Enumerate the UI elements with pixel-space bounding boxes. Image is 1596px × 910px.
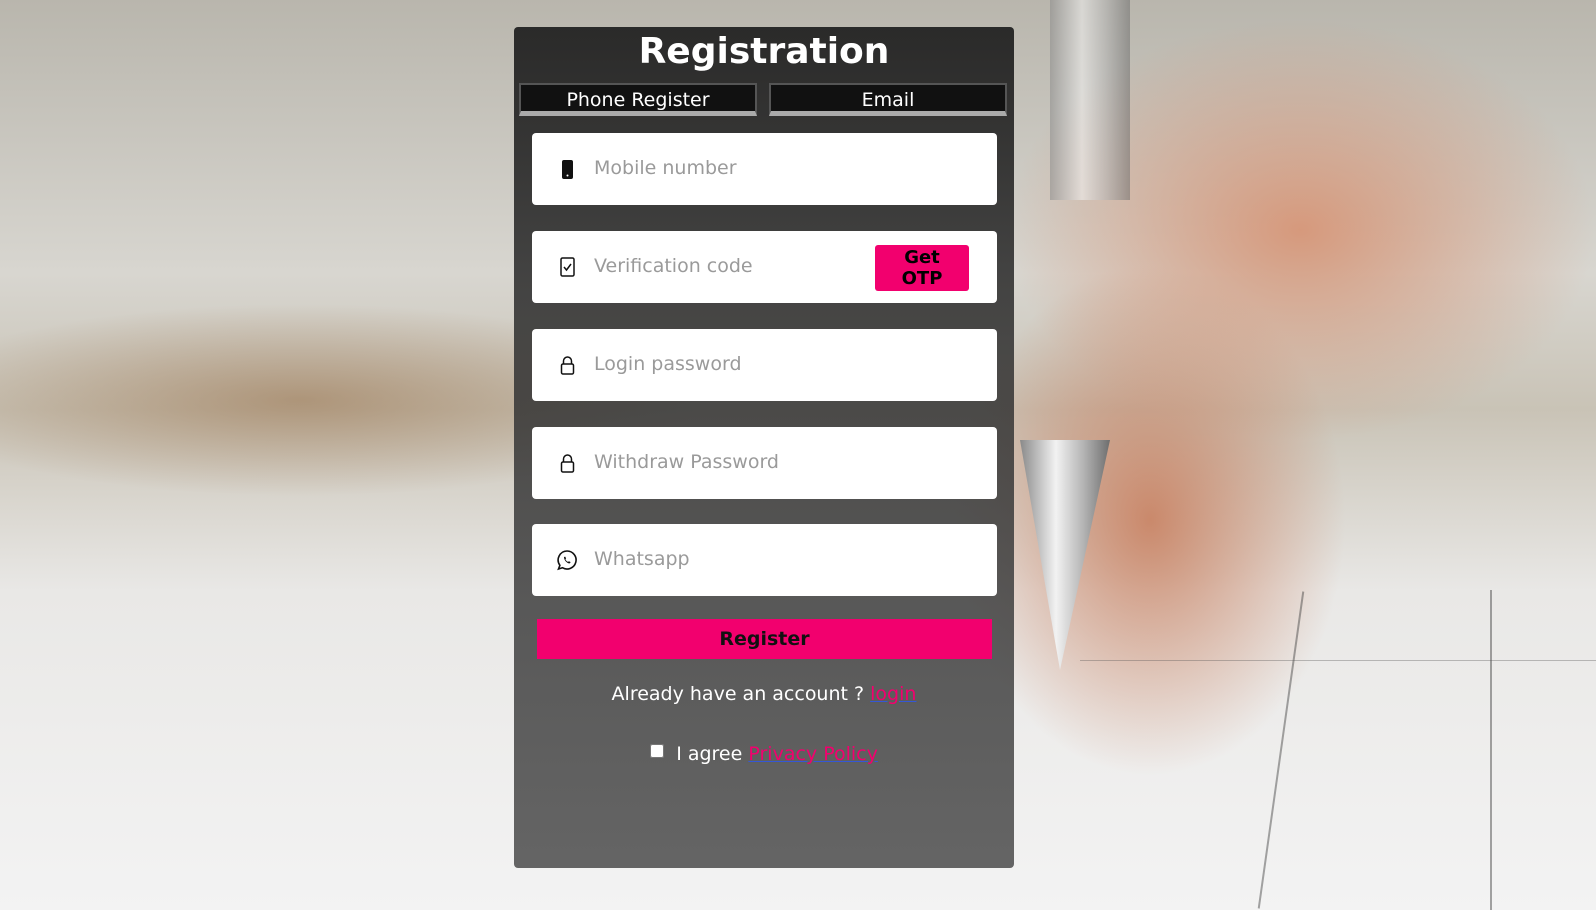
login-password-input[interactable]	[592, 345, 876, 383]
login-prompt: Already have an account ? login	[514, 683, 1014, 705]
whatsapp-field	[532, 524, 997, 596]
phone-icon	[562, 160, 573, 179]
tab-email[interactable]: Email	[769, 83, 1007, 116]
whatsapp-input[interactable]	[592, 540, 876, 578]
already-have-account-text: Already have an account ?	[611, 683, 865, 705]
paper-line	[1490, 590, 1492, 910]
verification-field: Get OTP	[532, 231, 997, 303]
agree-row: I agree Privacy Policy	[514, 743, 1014, 765]
withdraw-password-field	[532, 427, 997, 499]
get-otp-button[interactable]: Get OTP	[875, 245, 969, 291]
withdraw-password-input[interactable]	[592, 443, 876, 481]
paper-line	[1080, 660, 1596, 661]
page-title: Registration	[638, 31, 890, 72]
tab-phone-register[interactable]: Phone Register	[519, 83, 757, 116]
paper-line	[1257, 591, 1305, 909]
agree-text: I agree	[676, 743, 743, 765]
login-password-field	[532, 329, 997, 401]
checklist-icon	[560, 257, 575, 277]
privacy-policy-link[interactable]: Privacy Policy	[748, 743, 877, 765]
whatsapp-icon	[557, 550, 577, 571]
agree-checkbox[interactable]	[650, 744, 665, 758]
lock-icon	[560, 454, 575, 473]
mobile-field	[532, 133, 997, 205]
mobile-input[interactable]	[592, 149, 876, 187]
pen-image	[1020, 0, 1130, 670]
registration-card: Registration Phone Register Email Get OT…	[514, 27, 1014, 868]
login-link[interactable]: login	[870, 683, 916, 705]
verification-code-input[interactable]	[592, 247, 856, 285]
register-button[interactable]: Register	[537, 619, 992, 659]
lock-icon	[560, 356, 575, 375]
